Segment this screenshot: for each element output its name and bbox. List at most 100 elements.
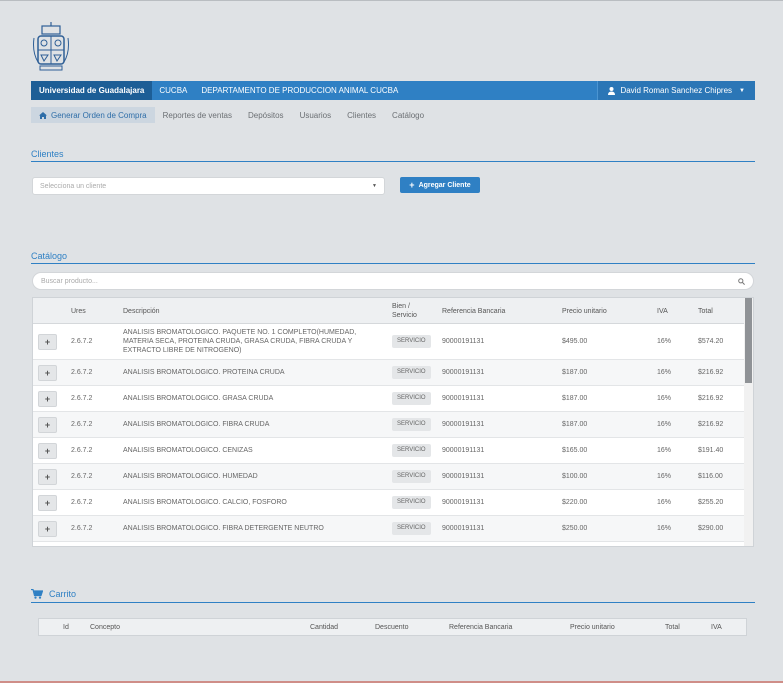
add-to-cart-button[interactable]: +: [38, 521, 57, 537]
type-badge: SERVICIO: [392, 496, 431, 509]
nav-link-departamento[interactable]: DEPARTAMENTO DE PRODUCCION ANIMAL CUCBA: [194, 81, 405, 100]
chevron-down-icon: ▼: [739, 87, 745, 94]
product-search-input[interactable]: Buscar producto...: [32, 272, 754, 290]
cell-descripcion: ANALISIS BROMATOLOGICO. GRASA CRUDA: [123, 395, 274, 402]
add-to-cart-button[interactable]: +: [38, 365, 57, 381]
add-to-cart-button[interactable]: +: [38, 334, 57, 350]
cell-precio: $165.00: [562, 447, 588, 454]
type-badge: SERVICIO: [392, 392, 431, 405]
cell-descripcion: ANALISIS BROMATOLOGICO. FIBRA DETERGENTE…: [123, 525, 324, 532]
cell-bien-servicio: SERVICIO: [392, 386, 431, 411]
cell-iva: 16%: [657, 369, 672, 376]
chevron-down-icon: ▼: [372, 183, 377, 189]
tab-clientes[interactable]: Clientes: [339, 107, 384, 123]
nav-link-cucba[interactable]: CUCBA: [152, 81, 194, 100]
add-to-cart-button[interactable]: +: [38, 443, 57, 459]
cell-iva: 16%: [657, 525, 672, 532]
cell-bien-servicio: SERVICIO: [392, 360, 431, 385]
cell-total: $290.00: [698, 525, 724, 532]
add-to-cart-button[interactable]: +: [38, 469, 57, 485]
cell-referencia: 90000191131: [442, 473, 485, 480]
cell-referencia: 90000191131: [442, 525, 485, 532]
cell-descripcion: ANALISIS BROMATOLOGICO. FIBRA CRUDA: [123, 421, 270, 428]
cell-ures: 2.6.7.2: [71, 499, 93, 506]
cart-col-cantidad: Cantidad: [310, 623, 339, 631]
top-navbar: Universidad de Guadalajara CUCBA DEPARTA…: [31, 81, 755, 100]
cart-col-descuento: Descuento: [375, 623, 409, 631]
type-badge: SERVICIO: [392, 522, 431, 535]
carrito-label: Carrito: [49, 589, 77, 599]
cart-col-precio: Precio unitario: [570, 623, 615, 631]
cell-ures: 2.6.7.2: [71, 395, 93, 402]
cell-iva: 16%: [657, 499, 672, 506]
col-iva: IVA: [657, 307, 668, 315]
tab-label: Generar Orden de Compra: [51, 110, 147, 120]
add-to-cart-button[interactable]: +: [38, 391, 57, 407]
cell-ures: 2.6.7.2: [71, 369, 93, 376]
table-row: +2.6.7.2 ANALISIS BROMATOLOGICO. FIBRA DE…: [33, 516, 746, 542]
col-total: Total: [698, 307, 713, 315]
catalog-table: Ures Descripción Bien / Servicio Referen…: [32, 297, 754, 547]
table-row: +2.6.7.2 ANALISIS BROMATOLOGICO. HUMEDAD S…: [33, 464, 746, 490]
cell-descripcion: ANALISIS BROMATOLOGICO. CALCIO, FOSFORO: [123, 499, 287, 506]
cell-bien-servicio: SERVICIO: [392, 490, 431, 515]
col-bien-servicio: Bien / Servicio: [392, 303, 417, 319]
cell-referencia: 90000191131: [442, 499, 485, 506]
cell-ures: 2.6.7.2: [71, 338, 93, 345]
cell-total: $574.20: [698, 338, 724, 345]
cell-precio: $187.00: [562, 421, 588, 428]
cell-precio: $220.00: [562, 499, 588, 506]
type-badge: SERVICIO: [392, 470, 431, 483]
tab-usuarios[interactable]: Usuarios: [292, 107, 340, 123]
user-icon: [608, 86, 616, 95]
cell-total: $216.92: [698, 369, 724, 376]
col-referencia: Referencia Bancaria: [442, 307, 506, 315]
cell-descripcion: ANALISIS BROMATOLOGICO. CENIZAS: [123, 447, 253, 454]
catalog-table-header: Ures Descripción Bien / Servicio Referen…: [33, 298, 746, 324]
add-client-button[interactable]: + Agregar Cliente: [400, 177, 480, 193]
brand-link[interactable]: Universidad de Guadalajara: [31, 81, 153, 100]
cart-col-total: Total: [665, 623, 680, 631]
type-badge: SERVICIO: [392, 366, 431, 379]
user-menu[interactable]: David Roman Sanchez Chipres ▼: [597, 81, 755, 100]
cell-referencia: 90000191131: [442, 395, 485, 402]
cell-iva: 16%: [657, 447, 672, 454]
cell-ures: 2.6.7.2: [71, 421, 93, 428]
catalogo-section-title: Catálogo: [31, 251, 755, 264]
search-icon[interactable]: [738, 277, 745, 285]
col-precio: Precio unitario: [562, 307, 607, 315]
table-row: +2.6.7.2 ANALISIS BROMATOLOGICO. PAQUETE …: [33, 324, 746, 360]
search-placeholder: Buscar producto...: [41, 277, 98, 285]
add-client-label: Agregar Cliente: [418, 181, 471, 189]
cell-bien-servicio: SERVICIO: [392, 412, 431, 437]
tab-catalogo[interactable]: Catálogo: [384, 107, 432, 123]
cell-ures: 2.6.7.2: [71, 447, 93, 454]
tab-reportes[interactable]: Reportes de ventas: [155, 107, 240, 123]
col-ures: Ures: [71, 307, 86, 315]
tab-depositos[interactable]: Depósitos: [240, 107, 292, 123]
shopping-cart-icon: [31, 589, 43, 599]
add-to-cart-button[interactable]: +: [38, 495, 57, 511]
cart-col-iva: IVA: [711, 623, 722, 631]
tab-generar-orden[interactable]: Generar Orden de Compra: [31, 107, 155, 123]
type-badge: SERVICIO: [392, 335, 431, 348]
type-badge: SERVICIO: [392, 444, 431, 457]
cell-iva: 16%: [657, 421, 672, 428]
type-badge: SERVICIO: [392, 418, 431, 431]
university-logo: [33, 22, 69, 71]
cell-bien-servicio: SERVICIO: [392, 324, 431, 359]
scrollbar-thumb[interactable]: [745, 298, 752, 383]
cell-referencia: 90000191131: [442, 369, 485, 376]
catalog-scrollbar[interactable]: [744, 298, 753, 546]
cell-total: $191.40: [698, 447, 724, 454]
cell-total: $216.92: [698, 395, 724, 402]
cell-precio: $187.00: [562, 369, 588, 376]
client-select[interactable]: Selecciona un cliente ▼: [32, 177, 385, 195]
cell-total: $216.92: [698, 421, 724, 428]
window-top-border: [0, 0, 783, 1]
cart-col-referencia: Referencia Bancaria: [449, 623, 513, 631]
cell-referencia: 90000191131: [442, 421, 485, 428]
add-to-cart-button[interactable]: +: [38, 417, 57, 433]
table-row: +2.6.7.2 ANALISIS BROMATOLOGICO. CENIZAS S…: [33, 438, 746, 464]
cell-total: $116.00: [698, 473, 723, 480]
